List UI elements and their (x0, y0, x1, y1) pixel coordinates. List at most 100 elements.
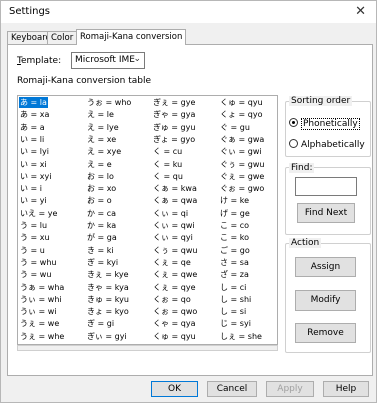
table-cell[interactable]: し = si (220, 306, 246, 317)
close-icon[interactable]: ✕ (355, 4, 366, 19)
table-cell[interactable]: え = le (87, 109, 114, 120)
table-cell[interactable]: い = li (20, 134, 44, 145)
window-title: Settings (9, 6, 51, 17)
table-cell[interactable]: け = ke (220, 195, 249, 206)
table-cell[interactable]: し = ci (220, 282, 246, 293)
table-cell[interactable]: ぎゅ = gyu (153, 122, 195, 133)
table-cell[interactable]: え = e (87, 159, 112, 170)
table-cell[interactable]: ご = go (220, 245, 250, 256)
table-cell[interactable]: ぐ = gu (220, 122, 250, 133)
table-cell[interactable]: ぎょ = gyo (153, 134, 195, 145)
table-cell[interactable]: うぇ = whe (20, 331, 64, 342)
cancel-button[interactable]: Cancel (207, 381, 257, 397)
table-cell[interactable]: う = u (20, 245, 45, 256)
table-cell[interactable]: え = lye (87, 122, 119, 133)
conversion-table[interactable]: あ = la あ = xa あ = aい = li い = lyi い = xi い = … (17, 95, 278, 345)
table-cell[interactable]: ぐぉ = gwo (220, 183, 264, 194)
table-cell[interactable]: くぃ = qi (153, 208, 188, 219)
modify-button[interactable]: Modify (295, 290, 356, 311)
table-cell[interactable]: う = wu (20, 269, 51, 280)
remove-button[interactable]: Remove (295, 323, 356, 343)
table-cell[interactable]: ぎぃ = gyi (87, 331, 127, 342)
table-cell[interactable]: くぉ = qo (153, 294, 191, 305)
table-cell[interactable]: え = xe (87, 134, 116, 145)
table-cell[interactable]: ぐぁ = gwa (220, 134, 264, 145)
table-cell[interactable]: くぉ = qwo (153, 306, 197, 317)
table-cell[interactable]: ぎゃ = gya (153, 109, 195, 120)
dialog-footer: OK Cancel Apply Help (1, 377, 376, 402)
table-cell[interactable]: くぃ = qyi (153, 232, 193, 243)
table-cell[interactable]: か = ka (87, 220, 116, 231)
table-cell[interactable]: きょ = kyo (87, 306, 129, 317)
table-cell[interactable]: くぁ = qwa (153, 195, 197, 206)
table-cell[interactable]: ぐぇ = gwe (220, 171, 264, 182)
horizontal-scrollbar[interactable] (17, 345, 278, 351)
table-cell[interactable]: きゃ = kya (87, 282, 129, 293)
table-cell[interactable]: くぁ = kwa (153, 183, 197, 194)
table-cell[interactable]: うぃ = whi (20, 294, 62, 305)
ok-button[interactable]: OK (151, 381, 198, 397)
table-cell[interactable]: じ = syi (220, 318, 251, 329)
table-cell[interactable]: さ = sa (220, 257, 249, 268)
help-button[interactable]: Help (323, 381, 369, 397)
table-cell[interactable]: ぐぅ = gwu (220, 159, 264, 170)
table-cell[interactable]: ぎ = kyi (87, 257, 118, 268)
table-cell[interactable]: きゅ = kyu (87, 294, 129, 305)
table-cell[interactable]: い = yi (20, 195, 47, 206)
table-cell[interactable]: お = o (87, 195, 112, 206)
table-cell[interactable]: いえ = ye (20, 208, 57, 219)
table-cell[interactable]: くゅ = qyu (220, 97, 263, 108)
alphabetically-radio[interactable]: Alphabetically (289, 139, 365, 150)
table-cell[interactable]: き = ki (87, 245, 114, 256)
table-cell[interactable]: ぎぇ = gye (153, 97, 195, 108)
table-cell[interactable]: う = lu (20, 220, 47, 231)
table-cell[interactable]: い = i (20, 183, 42, 194)
table-cell[interactable]: う = whu (20, 257, 56, 268)
table-cell[interactable]: く = qu (153, 171, 183, 182)
table-cell[interactable]: ぐぃ = gwi (220, 146, 262, 157)
table-cell[interactable]: く = cu (153, 146, 182, 157)
table-cell[interactable]: お = lo (87, 171, 114, 182)
table-cell[interactable]: あ = a (20, 122, 45, 133)
table-cell[interactable]: くぇ = qwe (153, 269, 197, 280)
apply-button[interactable]: Apply (266, 381, 314, 397)
find-input[interactable] (295, 177, 357, 196)
table-cell[interactable]: い = xi (20, 159, 47, 170)
table-cell[interactable]: あ = xa (20, 109, 49, 120)
table-cell[interactable]: くぅ = qwu (153, 245, 197, 256)
table-cell[interactable]: きぇ = kye (87, 269, 129, 280)
table-cell[interactable]: くぃ = qwi (153, 220, 195, 231)
table-cell[interactable]: お = xo (87, 183, 116, 194)
table-cell[interactable]: か = ca (87, 208, 116, 219)
find-next-button[interactable]: Find Next (297, 203, 355, 223)
table-cell[interactable]: うぇ = we (20, 318, 59, 329)
table-cell[interactable]: くぇ = qye (153, 282, 196, 293)
table-cell[interactable]: え = xye (87, 146, 121, 157)
table-cell[interactable]: う = xu (20, 232, 50, 243)
table-cell[interactable]: うぉ = who (87, 97, 131, 108)
table-cell[interactable]: うぁ = wha (20, 282, 64, 293)
tab-color[interactable]: Color (47, 31, 78, 45)
tab-romaji-kana-conversion[interactable]: Romaji-Kana conversion (76, 29, 187, 45)
phonetically-radio[interactable]: Phonetically (289, 118, 360, 130)
table-cell[interactable]: こ = ko (220, 232, 249, 243)
table-cell[interactable]: くゃ = qya (153, 318, 196, 329)
table-cell[interactable]: げ = ge (220, 208, 250, 219)
table-cell[interactable]: くぇ = qe (153, 257, 191, 268)
table-cell[interactable]: く = ku (153, 159, 182, 170)
assign-button[interactable]: Assign (295, 257, 356, 277)
table-cell[interactable]: こ = co (220, 220, 249, 231)
template-select[interactable]: Microsoft IME ⌄ (71, 52, 145, 69)
table-cell[interactable]: うぃ = wi (20, 306, 57, 317)
table-cell[interactable]: しぇ = she (220, 331, 262, 342)
table-cell[interactable]: ざ = za (220, 269, 249, 280)
table-cell[interactable]: あ = la (19, 97, 48, 108)
table-cell[interactable]: い = lyi (20, 146, 49, 157)
table-cell[interactable]: が = ga (87, 232, 117, 243)
action-label: Action (289, 238, 322, 248)
table-cell[interactable]: ぎ = gi (87, 318, 114, 329)
table-cell[interactable]: くょ = qyo (220, 109, 263, 120)
table-cell[interactable]: い = xyi (20, 171, 51, 182)
table-cell[interactable]: くゅ = qyu (153, 331, 196, 342)
table-cell[interactable]: し = shi (220, 294, 251, 305)
